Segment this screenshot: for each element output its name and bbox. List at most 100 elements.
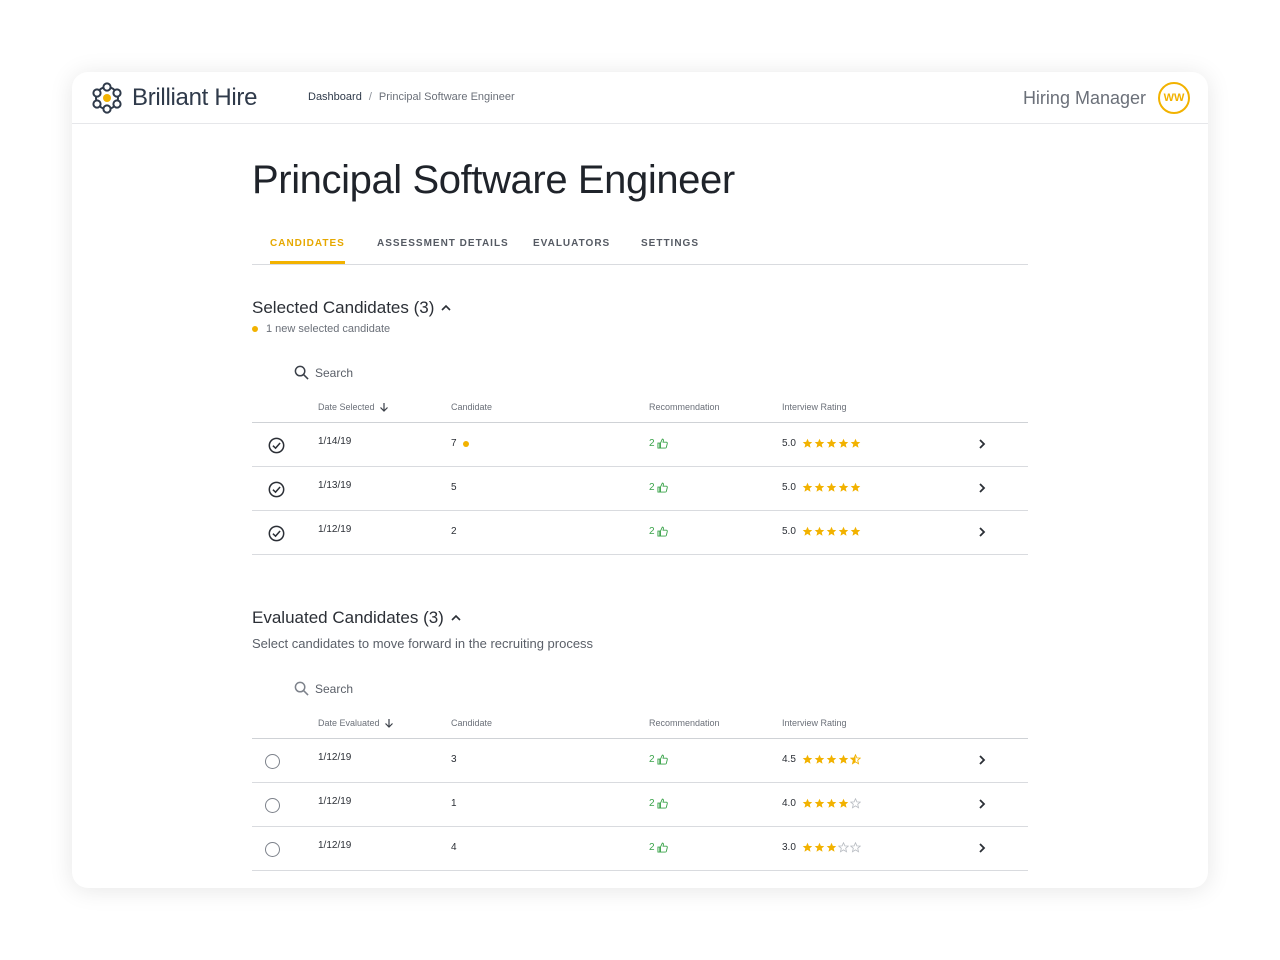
star-full-icon <box>802 798 813 808</box>
candidate-number: 3 <box>451 754 457 765</box>
tab-settings[interactable]: SETTINGS <box>641 238 699 261</box>
chevron-right-icon[interactable] <box>976 526 988 538</box>
table-row[interactable]: 1/12/19 1 2 4.0 <box>252 783 1028 827</box>
column-date-selected[interactable]: Date Selected <box>318 402 389 412</box>
star-full-icon <box>802 842 813 852</box>
rating-value: 5.0 <box>782 438 796 449</box>
breadcrumb-dashboard-link[interactable]: Dashboard <box>308 91 362 103</box>
recommendation-count: 2 <box>649 482 655 493</box>
star-full-icon <box>850 438 861 448</box>
star-full-icon <box>802 754 813 764</box>
selected-search[interactable]: Search <box>294 365 353 380</box>
star-rating <box>802 842 861 853</box>
new-selection-note: 1 new selected candidate <box>252 323 390 335</box>
star-full-icon <box>814 754 825 764</box>
star-rating <box>802 526 861 537</box>
star-full-icon <box>826 526 837 536</box>
search-input[interactable]: Search <box>315 682 353 696</box>
table-row[interactable]: 1/12/19 3 2 4.5 <box>252 739 1028 783</box>
column-interview-rating[interactable]: Interview Rating <box>782 402 847 412</box>
star-full-icon <box>802 526 813 536</box>
star-full-icon <box>802 438 813 448</box>
recommendation-count: 2 <box>649 842 655 853</box>
star-full-icon <box>838 526 849 536</box>
candidate-number: 4 <box>451 842 457 853</box>
evaluated-section-subtitle: Select candidates to move forward in the… <box>252 636 594 651</box>
chevron-up-icon[interactable] <box>440 302 452 314</box>
column-label: Date Evaluated <box>318 718 380 728</box>
evaluated-table: Date Evaluated Candidate Recommendation … <box>252 709 1028 871</box>
user-menu[interactable]: Hiring Manager WW <box>1023 82 1190 114</box>
column-date-evaluated[interactable]: Date Evaluated <box>318 718 394 728</box>
star-full-icon <box>838 482 849 492</box>
arrow-down-icon <box>379 403 388 412</box>
tab-evaluators[interactable]: EVALUATORS <box>533 238 610 261</box>
rating-cell: 5.0 <box>782 438 861 449</box>
tab-assessment-details[interactable]: ASSESSMENT DETAILS <box>377 238 509 261</box>
candidate-number: 5 <box>451 482 457 493</box>
app-window: Brilliant Hire Dashboard / Principal Sof… <box>72 72 1208 888</box>
table-row[interactable]: 1/12/19 4 2 3.0 <box>252 827 1028 871</box>
star-full-icon <box>838 754 849 764</box>
recommendation-count: 2 <box>649 526 655 537</box>
star-rating <box>802 438 861 449</box>
rating-cell: 4.5 <box>782 754 861 765</box>
table-row[interactable]: 1/12/19 2 2 5.0 <box>252 511 1028 555</box>
check-circle-icon[interactable] <box>268 437 285 454</box>
column-label: Date Selected <box>318 402 375 412</box>
candidate-cell: 3 <box>451 754 457 765</box>
top-bar: Brilliant Hire Dashboard / Principal Sof… <box>72 72 1208 124</box>
search-input[interactable]: Search <box>315 366 353 380</box>
rating-value: 5.0 <box>782 526 796 537</box>
table-row[interactable]: 1/13/19 5 2 5.0 <box>252 467 1028 511</box>
star-rating <box>802 798 861 809</box>
table-header: Date Evaluated Candidate Recommendation … <box>252 709 1028 739</box>
check-circle-icon[interactable] <box>268 481 285 498</box>
rating-value: 4.0 <box>782 798 796 809</box>
date-cell: 1/13/19 <box>318 480 352 491</box>
selected-section-header[interactable]: Selected Candidates (3) <box>252 298 452 318</box>
star-full-icon <box>826 482 837 492</box>
new-indicator-dot <box>252 326 258 332</box>
chevron-right-icon[interactable] <box>976 798 988 810</box>
recommendation-cell: 2 <box>649 842 668 853</box>
star-full-icon <box>814 842 825 852</box>
evaluated-search[interactable]: Search <box>294 681 353 696</box>
star-full-icon <box>826 842 837 852</box>
star-full-icon <box>838 798 849 808</box>
breadcrumb: Dashboard / Principal Software Engineer <box>308 91 515 103</box>
date-cell: 1/14/19 <box>318 436 352 447</box>
column-candidate[interactable]: Candidate <box>451 718 492 728</box>
recommendation-cell: 2 <box>649 798 668 809</box>
recommendation-cell: 2 <box>649 754 668 765</box>
column-recommendation[interactable]: Recommendation <box>649 402 720 412</box>
chevron-right-icon[interactable] <box>976 438 988 450</box>
recommendation-cell: 2 <box>649 438 668 449</box>
check-circle-icon[interactable] <box>268 525 285 542</box>
new-indicator-dot <box>462 440 469 447</box>
recommendation-cell: 2 <box>649 526 668 537</box>
star-full-icon <box>814 798 825 808</box>
evaluated-section-header[interactable]: Evaluated Candidates (3) <box>252 608 462 628</box>
rating-value: 5.0 <box>782 482 796 493</box>
avatar[interactable]: WW <box>1158 82 1190 114</box>
column-interview-rating[interactable]: Interview Rating <box>782 718 847 728</box>
column-candidate[interactable]: Candidate <box>451 402 492 412</box>
select-radio[interactable] <box>265 754 280 769</box>
app-logo[interactable]: Brilliant Hire <box>90 80 257 116</box>
thumbs-up-icon <box>657 438 668 449</box>
table-row[interactable]: 1/14/19 7 2 5.0 <box>252 423 1028 467</box>
chevron-right-icon[interactable] <box>976 754 988 766</box>
chevron-right-icon[interactable] <box>976 482 988 494</box>
chevron-up-icon[interactable] <box>450 612 462 624</box>
star-full-icon <box>802 482 813 492</box>
chevron-right-icon[interactable] <box>976 842 988 854</box>
tab-candidates[interactable]: CANDIDATES <box>270 238 345 264</box>
column-recommendation[interactable]: Recommendation <box>649 718 720 728</box>
star-empty-icon <box>849 798 861 809</box>
select-radio[interactable] <box>265 798 280 813</box>
evaluated-section-title: Evaluated Candidates (3) <box>252 608 444 627</box>
star-full-icon <box>826 438 837 448</box>
rating-cell: 5.0 <box>782 526 861 537</box>
select-radio[interactable] <box>265 842 280 857</box>
